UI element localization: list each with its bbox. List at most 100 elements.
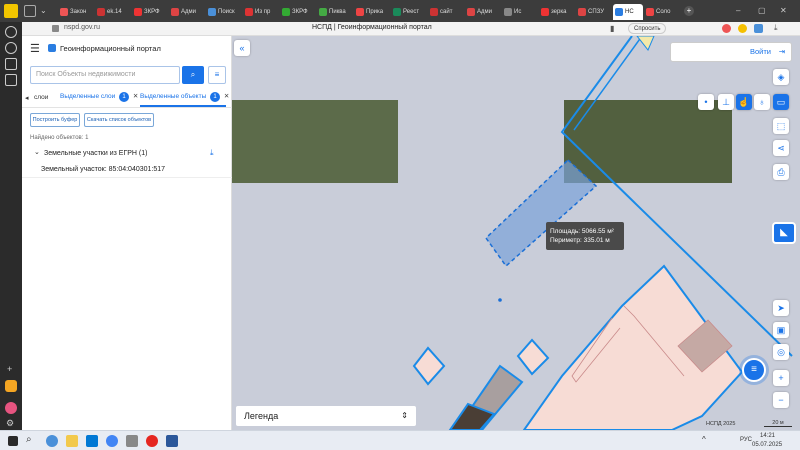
close-tab-icon[interactable]: ✕ xyxy=(133,93,138,100)
taskview-icon[interactable] xyxy=(46,435,58,447)
browser-tab[interactable]: Поиск xyxy=(206,4,242,20)
browser-tab[interactable]: сайт xyxy=(428,4,464,20)
browser-sidebar: + ⚙ xyxy=(0,22,22,430)
search-button[interactable]: ⌕ xyxy=(182,66,204,84)
filter-button[interactable]: ≡ xyxy=(208,66,226,84)
add-panel-icon[interactable]: + xyxy=(7,364,12,374)
minimize-icon[interactable]: – xyxy=(736,6,740,15)
browser-tab[interactable]: Соло xyxy=(644,4,680,20)
ruler-icon: ▭ xyxy=(776,97,786,107)
extension-icon[interactable] xyxy=(738,24,747,33)
menu-icon[interactable]: ☰ xyxy=(30,42,40,55)
navigate-button[interactable]: ➤ xyxy=(773,300,789,316)
favicon-icon xyxy=(578,8,586,16)
close-window-icon[interactable]: ✕ xyxy=(780,6,787,15)
browser-tab[interactable]: Ис xyxy=(502,4,538,20)
map-canvas[interactable]: Площадь: 5066.55 м² Периметр: 335.01 м «… xyxy=(232,36,800,430)
app-icon[interactable] xyxy=(126,435,138,447)
selected-parcel[interactable] xyxy=(485,158,598,268)
tab-selected-objects[interactable]: Выделенные объекты 1 ✕ xyxy=(140,92,229,105)
tab-layers[interactable]: слои xyxy=(34,94,48,101)
map-layer[interactable] xyxy=(232,36,800,430)
collapse-panel-button[interactable]: « xyxy=(234,40,250,56)
outlook-icon[interactable] xyxy=(86,435,98,447)
tab-selected-layers[interactable]: Выделенные слои 1 ✕ xyxy=(60,92,138,105)
browser-tab[interactable]: ЗКРФ xyxy=(132,4,168,20)
download-icon[interactable] xyxy=(5,42,17,54)
download-list-button[interactable]: Скачать список объектов xyxy=(84,113,154,127)
share-button[interactable]: ⋖ xyxy=(773,140,789,156)
browser-tab[interactable]: СПЗУ xyxy=(576,4,612,20)
draw-tool-button[interactable]: ⊥ xyxy=(718,94,734,110)
browser-tab[interactable]: ЗКРФ xyxy=(280,4,316,20)
browser-tab[interactable]: Адми xyxy=(465,4,501,20)
clock-date[interactable]: 05.07.2025 xyxy=(752,442,782,448)
ask-button[interactable]: Спросить xyxy=(628,23,667,34)
tray-chevron-icon[interactable]: ^ xyxy=(702,435,706,444)
browser-tab[interactable]: ek.14 xyxy=(95,4,131,20)
app-icon[interactable] xyxy=(5,380,17,392)
windows-start-icon[interactable] xyxy=(8,436,18,446)
zoom-in-button[interactable]: + xyxy=(773,370,789,386)
explorer-icon[interactable] xyxy=(66,435,78,447)
portal-logo-icon xyxy=(48,44,56,52)
browser-tab[interactable]: Реест xyxy=(391,4,427,20)
select-tool-button[interactable]: ☝ xyxy=(736,94,752,110)
select-area-button[interactable]: ⬚ xyxy=(773,118,789,134)
browser-tab[interactable]: Из пр xyxy=(243,4,279,20)
navigation-arrow-icon: ➤ xyxy=(777,303,785,313)
chevron-down-icon[interactable]: ⌄ xyxy=(40,6,47,15)
tab-title: Закон xyxy=(70,9,87,15)
browser-tab[interactable]: Пиква xyxy=(317,4,353,20)
extension-icon[interactable] xyxy=(754,24,763,33)
measure-tool-button[interactable]: ♁ xyxy=(754,94,770,110)
url-text[interactable]: nspd.gov.ru xyxy=(64,24,100,31)
browser-logo-icon[interactable] xyxy=(4,4,18,18)
assistant-button[interactable]: ◣ xyxy=(772,222,796,244)
language-indicator[interactable]: РУС xyxy=(740,437,752,443)
bookmark-icon[interactable]: ▮ xyxy=(610,24,614,33)
browser-tab[interactable]: Прика xyxy=(354,4,390,20)
satellite-tile xyxy=(564,100,732,183)
zoom-out-button[interactable]: − xyxy=(773,392,789,408)
measure-ruler-button[interactable]: ▭ xyxy=(773,94,789,110)
mail-icon[interactable] xyxy=(5,74,17,86)
build-buffer-button[interactable]: Построить буфер xyxy=(30,113,80,127)
assistant-icon: ◣ xyxy=(780,227,788,238)
point-select-button[interactable]: • xyxy=(698,94,714,110)
reader-icon[interactable] xyxy=(5,58,17,70)
tab-title: ek.14 xyxy=(107,9,122,15)
app-icon[interactable] xyxy=(5,402,17,414)
share-icon: ⋖ xyxy=(777,143,785,153)
download-icon[interactable]: ⤓ xyxy=(210,148,214,158)
filter-icon: ≡ xyxy=(214,70,220,79)
chat-button[interactable]: ≡ xyxy=(742,358,766,382)
tabs-scroll-left-icon[interactable]: ◂ xyxy=(25,94,29,102)
browser-tab[interactable]: НС xyxy=(613,4,643,20)
back-icon[interactable] xyxy=(24,5,36,17)
settings-icon[interactable]: ⚙ xyxy=(6,418,14,429)
login-button[interactable]: Войти ⇥ xyxy=(670,42,792,62)
browser-tab[interactable]: Адми xyxy=(169,4,205,20)
list-item[interactable]: Земельный участок: 85:04:040301:517 xyxy=(22,162,232,178)
word-icon[interactable] xyxy=(166,435,178,447)
location-button[interactable]: ◎ xyxy=(773,344,789,360)
wallet-button[interactable]: ▣ xyxy=(773,322,789,338)
print-button[interactable]: ⎙ xyxy=(773,164,789,180)
browser-tab[interactable]: зерка xyxy=(539,4,575,20)
maximize-icon[interactable]: ▢ xyxy=(758,6,766,15)
new-tab-icon[interactable]: + xyxy=(684,6,694,16)
search-icon[interactable]: ⌕ xyxy=(26,434,32,445)
history-icon[interactable] xyxy=(5,26,17,38)
extension-icon[interactable] xyxy=(722,24,731,33)
yandex-icon[interactable] xyxy=(146,435,158,447)
browser-tab[interactable]: Закон xyxy=(58,4,94,20)
legend-select[interactable]: Легенда ⇕ xyxy=(236,406,416,426)
downloads-icon[interactable]: ⤓ xyxy=(774,23,778,33)
layers-icon: ◈ xyxy=(777,72,785,82)
app-icon[interactable] xyxy=(106,435,118,447)
clock-time[interactable]: 14:21 xyxy=(760,433,775,439)
result-group[interactable]: ⌄ Земельные участки из ЕГРН (1) ⤓ xyxy=(30,148,226,160)
close-tab-icon[interactable]: ✕ xyxy=(224,93,229,100)
layers-button[interactable]: ◈ xyxy=(773,69,789,85)
